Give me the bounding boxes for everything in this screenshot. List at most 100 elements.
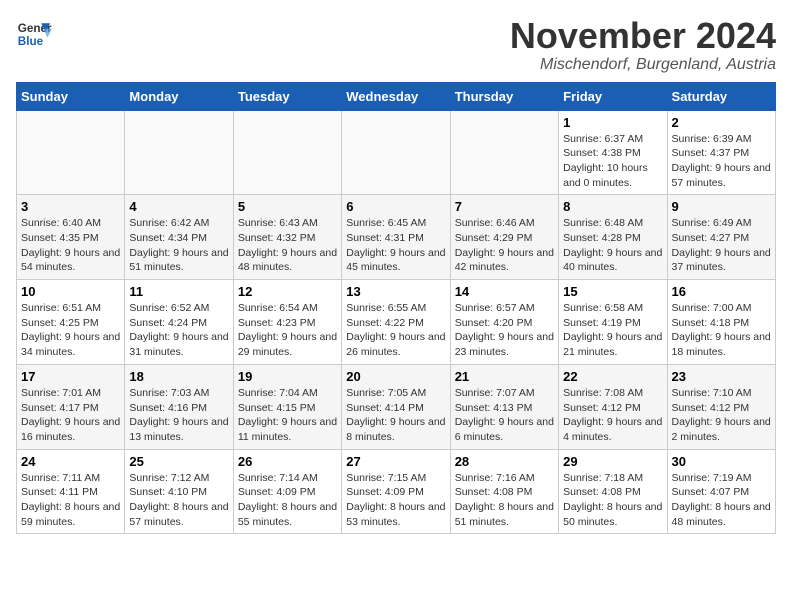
day-number: 2 bbox=[672, 115, 771, 130]
day-number: 29 bbox=[563, 454, 662, 469]
day-number: 15 bbox=[563, 284, 662, 299]
calendar-week-row: 24 Sunrise: 7:11 AM Sunset: 4:11 PM Dayli… bbox=[17, 449, 776, 534]
day-detail: Sunrise: 7:12 AM Sunset: 4:10 PM Dayligh… bbox=[129, 471, 228, 530]
calendar-cell: 10 Sunrise: 6:51 AM Sunset: 4:25 PM Dayli… bbox=[17, 280, 125, 365]
day-number: 4 bbox=[129, 199, 228, 214]
header-friday: Friday bbox=[559, 82, 667, 110]
calendar-cell: 18 Sunrise: 7:03 AM Sunset: 4:16 PM Dayli… bbox=[125, 364, 233, 449]
day-detail: Sunrise: 7:00 AM Sunset: 4:18 PM Dayligh… bbox=[672, 301, 771, 360]
day-detail: Sunrise: 6:57 AM Sunset: 4:20 PM Dayligh… bbox=[455, 301, 554, 360]
calendar-cell: 25 Sunrise: 7:12 AM Sunset: 4:10 PM Dayli… bbox=[125, 449, 233, 534]
calendar-cell: 9 Sunrise: 6:49 AM Sunset: 4:27 PM Daylig… bbox=[667, 195, 775, 280]
calendar-cell: 1 Sunrise: 6:37 AM Sunset: 4:38 PM Daylig… bbox=[559, 110, 667, 195]
calendar-cell: 26 Sunrise: 7:14 AM Sunset: 4:09 PM Dayli… bbox=[233, 449, 341, 534]
day-number: 14 bbox=[455, 284, 554, 299]
calendar-cell: 20 Sunrise: 7:05 AM Sunset: 4:14 PM Dayli… bbox=[342, 364, 450, 449]
day-number: 10 bbox=[21, 284, 120, 299]
day-number: 25 bbox=[129, 454, 228, 469]
day-detail: Sunrise: 6:43 AM Sunset: 4:32 PM Dayligh… bbox=[238, 216, 337, 275]
calendar-cell: 8Sunrise: 6:48 AM Sunset: 4:28 PM Daylig… bbox=[559, 195, 667, 280]
day-detail: Sunrise: 7:05 AM Sunset: 4:14 PM Dayligh… bbox=[346, 386, 445, 445]
calendar-week-row: 10 Sunrise: 6:51 AM Sunset: 4:25 PM Dayli… bbox=[17, 280, 776, 365]
calendar-week-row: 3Sunrise: 6:40 AM Sunset: 4:35 PM Daylig… bbox=[17, 195, 776, 280]
day-detail: Sunrise: 7:15 AM Sunset: 4:09 PM Dayligh… bbox=[346, 471, 445, 530]
logo: General Blue bbox=[16, 16, 52, 52]
calendar-cell: 11 Sunrise: 6:52 AM Sunset: 4:24 PM Dayli… bbox=[125, 280, 233, 365]
header-monday: Monday bbox=[125, 82, 233, 110]
day-detail: Sunrise: 6:49 AM Sunset: 4:27 PM Dayligh… bbox=[672, 216, 771, 275]
calendar-header-row: SundayMondayTuesdayWednesdayThursdayFrid… bbox=[17, 82, 776, 110]
day-number: 26 bbox=[238, 454, 337, 469]
calendar-cell bbox=[450, 110, 558, 195]
day-detail: Sunrise: 6:51 AM Sunset: 4:25 PM Dayligh… bbox=[21, 301, 120, 360]
day-number: 8 bbox=[563, 199, 662, 214]
day-detail: Sunrise: 7:08 AM Sunset: 4:12 PM Dayligh… bbox=[563, 386, 662, 445]
day-detail: Sunrise: 6:58 AM Sunset: 4:19 PM Dayligh… bbox=[563, 301, 662, 360]
day-detail: Sunrise: 6:45 AM Sunset: 4:31 PM Dayligh… bbox=[346, 216, 445, 275]
header-saturday: Saturday bbox=[667, 82, 775, 110]
day-number: 1 bbox=[563, 115, 662, 130]
calendar-cell: 24 Sunrise: 7:11 AM Sunset: 4:11 PM Dayli… bbox=[17, 449, 125, 534]
calendar-table: SundayMondayTuesdayWednesdayThursdayFrid… bbox=[16, 82, 776, 535]
calendar-cell: 19Sunrise: 7:04 AM Sunset: 4:15 PM Dayli… bbox=[233, 364, 341, 449]
header-wednesday: Wednesday bbox=[342, 82, 450, 110]
calendar-cell: 16 Sunrise: 7:00 AM Sunset: 4:18 PM Dayli… bbox=[667, 280, 775, 365]
calendar-cell: 13 Sunrise: 6:55 AM Sunset: 4:22 PM Dayli… bbox=[342, 280, 450, 365]
title-section: November 2024 Mischendorf, Burgenland, A… bbox=[510, 16, 776, 74]
day-detail: Sunrise: 7:11 AM Sunset: 4:11 PM Dayligh… bbox=[21, 471, 120, 530]
day-detail: Sunrise: 7:01 AM Sunset: 4:17 PM Dayligh… bbox=[21, 386, 120, 445]
day-number: 28 bbox=[455, 454, 554, 469]
calendar-cell: 7 Sunrise: 6:46 AM Sunset: 4:29 PM Daylig… bbox=[450, 195, 558, 280]
day-number: 16 bbox=[672, 284, 771, 299]
day-detail: Sunrise: 6:42 AM Sunset: 4:34 PM Dayligh… bbox=[129, 216, 228, 275]
day-number: 23 bbox=[672, 369, 771, 384]
calendar-cell bbox=[125, 110, 233, 195]
day-detail: Sunrise: 6:39 AM Sunset: 4:37 PM Dayligh… bbox=[672, 132, 771, 191]
calendar-cell: 12Sunrise: 6:54 AM Sunset: 4:23 PM Dayli… bbox=[233, 280, 341, 365]
calendar-cell: 22 Sunrise: 7:08 AM Sunset: 4:12 PM Dayli… bbox=[559, 364, 667, 449]
day-detail: Sunrise: 6:52 AM Sunset: 4:24 PM Dayligh… bbox=[129, 301, 228, 360]
calendar-cell: 27Sunrise: 7:15 AM Sunset: 4:09 PM Dayli… bbox=[342, 449, 450, 534]
day-detail: Sunrise: 7:14 AM Sunset: 4:09 PM Dayligh… bbox=[238, 471, 337, 530]
calendar-cell: 6Sunrise: 6:45 AM Sunset: 4:31 PM Daylig… bbox=[342, 195, 450, 280]
day-number: 19 bbox=[238, 369, 337, 384]
calendar-week-row: 17 Sunrise: 7:01 AM Sunset: 4:17 PM Dayli… bbox=[17, 364, 776, 449]
day-number: 9 bbox=[672, 199, 771, 214]
calendar-cell: 23 Sunrise: 7:10 AM Sunset: 4:12 PM Dayli… bbox=[667, 364, 775, 449]
day-number: 22 bbox=[563, 369, 662, 384]
day-number: 18 bbox=[129, 369, 228, 384]
day-number: 17 bbox=[21, 369, 120, 384]
day-detail: Sunrise: 6:54 AM Sunset: 4:23 PM Dayligh… bbox=[238, 301, 337, 360]
day-number: 3 bbox=[21, 199, 120, 214]
calendar-cell: 28 Sunrise: 7:16 AM Sunset: 4:08 PM Dayli… bbox=[450, 449, 558, 534]
day-detail: Sunrise: 6:55 AM Sunset: 4:22 PM Dayligh… bbox=[346, 301, 445, 360]
day-number: 20 bbox=[346, 369, 445, 384]
calendar-cell bbox=[342, 110, 450, 195]
header-tuesday: Tuesday bbox=[233, 82, 341, 110]
day-detail: Sunrise: 6:46 AM Sunset: 4:29 PM Dayligh… bbox=[455, 216, 554, 275]
calendar-cell: 17 Sunrise: 7:01 AM Sunset: 4:17 PM Dayli… bbox=[17, 364, 125, 449]
calendar-cell: 29Sunrise: 7:18 AM Sunset: 4:08 PM Dayli… bbox=[559, 449, 667, 534]
day-detail: Sunrise: 7:03 AM Sunset: 4:16 PM Dayligh… bbox=[129, 386, 228, 445]
day-detail: Sunrise: 7:16 AM Sunset: 4:08 PM Dayligh… bbox=[455, 471, 554, 530]
day-number: 30 bbox=[672, 454, 771, 469]
day-detail: Sunrise: 7:07 AM Sunset: 4:13 PM Dayligh… bbox=[455, 386, 554, 445]
page-header: General Blue November 2024 Mischendorf, … bbox=[16, 16, 776, 74]
day-number: 7 bbox=[455, 199, 554, 214]
calendar-cell bbox=[17, 110, 125, 195]
day-detail: Sunrise: 7:10 AM Sunset: 4:12 PM Dayligh… bbox=[672, 386, 771, 445]
main-title: November 2024 bbox=[510, 16, 776, 56]
day-number: 11 bbox=[129, 284, 228, 299]
day-number: 21 bbox=[455, 369, 554, 384]
header-sunday: Sunday bbox=[17, 82, 125, 110]
day-number: 13 bbox=[346, 284, 445, 299]
day-detail: Sunrise: 6:37 AM Sunset: 4:38 PM Dayligh… bbox=[563, 132, 662, 191]
day-detail: Sunrise: 7:19 AM Sunset: 4:07 PM Dayligh… bbox=[672, 471, 771, 530]
header-thursday: Thursday bbox=[450, 82, 558, 110]
calendar-cell: 30 Sunrise: 7:19 AM Sunset: 4:07 PM Dayli… bbox=[667, 449, 775, 534]
calendar-cell bbox=[233, 110, 341, 195]
day-number: 24 bbox=[21, 454, 120, 469]
calendar-cell: 5Sunrise: 6:43 AM Sunset: 4:32 PM Daylig… bbox=[233, 195, 341, 280]
calendar-cell: 3Sunrise: 6:40 AM Sunset: 4:35 PM Daylig… bbox=[17, 195, 125, 280]
subtitle: Mischendorf, Burgenland, Austria bbox=[510, 56, 776, 74]
